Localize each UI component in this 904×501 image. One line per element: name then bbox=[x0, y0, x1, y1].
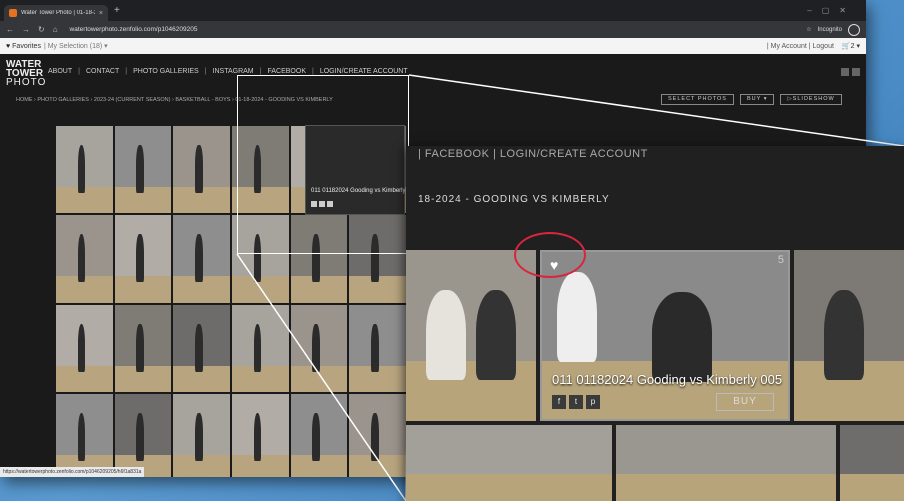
nav-separator: | bbox=[78, 68, 80, 75]
menu-icon[interactable] bbox=[848, 23, 860, 36]
reload-icon[interactable]: ↻ bbox=[38, 25, 45, 34]
zoom-selected-photo[interactable]: ♥ 5 011 01182024 Gooding vs Kimberly 005… bbox=[540, 250, 790, 421]
zoom-share-icons: f t p bbox=[552, 395, 600, 409]
address-bar-row: ← → ↻ ⌂ watertowerphoto.zenfolio.com/p10… bbox=[0, 21, 866, 38]
zoom-photo[interactable] bbox=[616, 425, 836, 501]
nav-instagram[interactable]: INSTAGRAM bbox=[213, 68, 254, 75]
zoom-photo[interactable] bbox=[840, 425, 904, 501]
status-bar-url: https://watertowerphoto.zenfolio.com/p10… bbox=[0, 467, 145, 477]
zoom-buy-button[interactable]: BUY bbox=[716, 393, 774, 411]
zoom-photo[interactable] bbox=[406, 250, 536, 421]
photo-thumbnail[interactable] bbox=[173, 393, 230, 477]
site-favicon-icon bbox=[9, 9, 17, 17]
zoom-inset: | FACEBOOK | LOGIN/CREATE ACCOUNT 18-202… bbox=[406, 146, 904, 501]
photo-thumbnail[interactable] bbox=[173, 126, 230, 214]
nav-contact[interactable]: CONTACT bbox=[86, 68, 119, 75]
facebook-share-icon[interactable]: f bbox=[552, 395, 566, 409]
nav-login[interactable]: LOGIN/CREATE ACCOUNT bbox=[320, 68, 408, 75]
photo-thumbnail[interactable] bbox=[290, 304, 348, 392]
player-figure bbox=[426, 290, 466, 380]
photo-thumbnail[interactable] bbox=[232, 304, 289, 392]
photo-thumbnail[interactable] bbox=[232, 393, 289, 477]
photo-thumbnail[interactable] bbox=[173, 304, 230, 392]
url-field[interactable]: watertowerphoto.zenfolio.com/p1046209205 bbox=[70, 26, 799, 33]
incognito-label: Incognito bbox=[817, 26, 842, 33]
logo-line-3: PHOTO bbox=[6, 77, 47, 88]
zoom-gallery-title: 18-2024 - GOODING VS KIMBERLY bbox=[418, 194, 610, 205]
account-links[interactable]: | My Account | Logout bbox=[767, 43, 834, 50]
pinterest-share-icon[interactable]: p bbox=[586, 395, 600, 409]
zoom-photo-row-2 bbox=[406, 425, 904, 501]
photo-thumbnail[interactable] bbox=[56, 215, 113, 303]
player-figure bbox=[476, 290, 516, 380]
photo-thumbnail[interactable] bbox=[349, 393, 406, 477]
photo-thumbnail[interactable] bbox=[114, 304, 172, 392]
photo-number: 5 bbox=[777, 254, 784, 266]
my-selection-link[interactable]: | My Selection (18) ▾ bbox=[44, 42, 108, 50]
photo-thumbnail[interactable] bbox=[56, 126, 113, 214]
instagram-icon[interactable] bbox=[841, 68, 849, 76]
new-tab-icon[interactable]: + bbox=[114, 5, 120, 16]
tab-strip: Water Tower Photo | 01-18-2 × + –▢✕ bbox=[0, 0, 866, 21]
nav-photo-galleries[interactable]: PHOTO GALLERIES bbox=[133, 68, 199, 75]
photo-thumbnail[interactable] bbox=[56, 304, 113, 392]
zoom-photo[interactable] bbox=[406, 425, 612, 501]
photo-thumbnail[interactable] bbox=[114, 215, 172, 303]
cart-link[interactable]: 🛒2 ▾ bbox=[842, 42, 860, 50]
heart-icon: ♥ bbox=[6, 42, 11, 50]
star-icon[interactable]: ☆ bbox=[806, 26, 811, 33]
slideshow-button[interactable]: ▷SLIDESHOW bbox=[780, 94, 842, 105]
photo-thumbnail[interactable] bbox=[114, 393, 172, 477]
player-figure bbox=[652, 292, 712, 382]
zoom-source-box bbox=[237, 75, 409, 254]
zoom-photo[interactable] bbox=[794, 250, 904, 421]
social-icons bbox=[841, 68, 860, 76]
favorites-bar: ♥ Favorites | My Selection (18) ▾ | My A… bbox=[0, 38, 866, 54]
home-icon[interactable]: ⌂ bbox=[53, 25, 58, 34]
nav-separator: | bbox=[204, 68, 207, 75]
window-controls[interactable]: –▢✕ bbox=[807, 6, 856, 15]
buy-button[interactable]: BUY ▾ bbox=[739, 94, 775, 105]
photo-thumbnail[interactable] bbox=[173, 215, 230, 303]
tab-title: Water Tower Photo | 01-18-2 bbox=[21, 10, 95, 16]
browser-tab[interactable]: Water Tower Photo | 01-18-2 × bbox=[4, 5, 108, 21]
photo-thumbnail[interactable] bbox=[290, 393, 348, 477]
nav-facebook[interactable]: FACEBOOK bbox=[267, 68, 306, 75]
nav-separator: | bbox=[312, 68, 314, 75]
zoom-nav-text: | FACEBOOK | LOGIN/CREATE ACCOUNT bbox=[418, 148, 648, 160]
nav-about[interactable]: ABOUT bbox=[48, 68, 72, 75]
forward-icon[interactable]: → bbox=[22, 25, 30, 34]
player-figure bbox=[824, 290, 864, 380]
site-logo[interactable]: WATER TOWER PHOTO bbox=[6, 60, 47, 88]
photo-thumbnail[interactable] bbox=[349, 304, 406, 392]
photo-thumbnail[interactable] bbox=[56, 393, 113, 477]
player-figure bbox=[557, 272, 597, 362]
back-icon[interactable]: ← bbox=[6, 25, 14, 34]
site-nav: ABOUT | CONTACT | PHOTO GALLERIES | INST… bbox=[48, 68, 408, 75]
incognito-indicator: ☆ Incognito bbox=[806, 23, 860, 36]
zoom-photo-caption: 011 01182024 Gooding vs Kimberly 005 bbox=[552, 372, 783, 387]
nav-separator: | bbox=[259, 68, 262, 75]
facebook-icon[interactable] bbox=[852, 68, 860, 76]
highlight-circle bbox=[514, 232, 586, 278]
gallery-actions: SELECT PHOTOS BUY ▾ ▷SLIDESHOW bbox=[661, 94, 842, 105]
favorites-link[interactable]: Favorites bbox=[12, 43, 41, 50]
nav-separator: | bbox=[125, 68, 128, 75]
photo-thumbnail[interactable] bbox=[114, 126, 172, 214]
select-photos-button[interactable]: SELECT PHOTOS bbox=[661, 94, 734, 105]
close-tab-icon[interactable]: × bbox=[99, 10, 103, 17]
zoom-photo-row: ♥ 5 011 01182024 Gooding vs Kimberly 005… bbox=[406, 250, 904, 421]
twitter-share-icon[interactable]: t bbox=[569, 395, 583, 409]
